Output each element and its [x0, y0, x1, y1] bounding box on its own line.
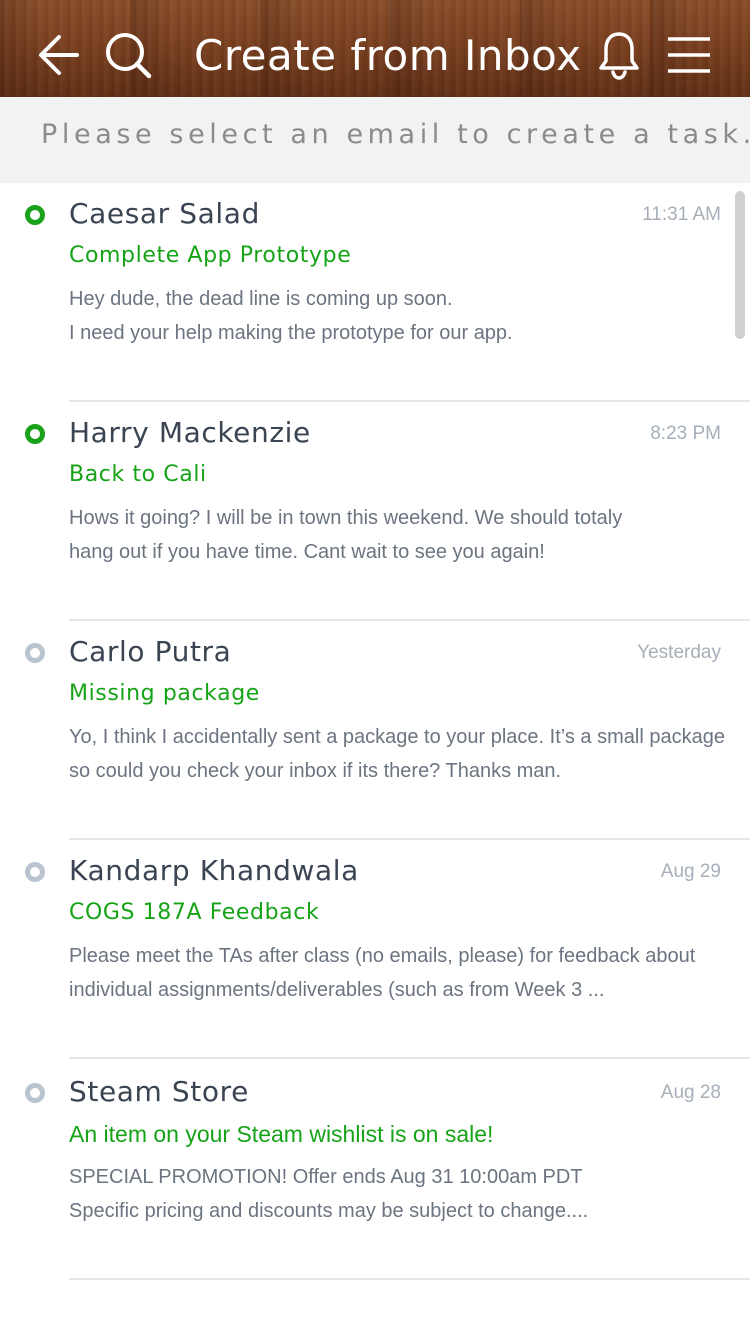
- read-indicator: [25, 643, 45, 663]
- email-subject: An item on your Steam wishlist is on sal…: [69, 1121, 494, 1147]
- instruction-bar: Please select an email to create a task.: [0, 97, 750, 183]
- email-preview-line: Yo, I think I accidentally sent a packag…: [69, 726, 725, 748]
- bell-icon: [599, 32, 639, 80]
- email-preview-line: Please meet the TAs after class (no emai…: [69, 945, 696, 967]
- email-subject: Complete App Prototype: [69, 243, 352, 268]
- email-sender: Carlo Putra: [69, 635, 232, 668]
- email-preview-line: Specific pricing and discounts may be su…: [69, 1200, 589, 1222]
- hamburger-menu-icon: [668, 37, 710, 73]
- email-preview-line: SPECIAL PROMOTION! Offer ends Aug 31 10:…: [69, 1166, 583, 1188]
- email-preview: Hey dude, the dead line is coming up soo…: [69, 282, 739, 350]
- email-subject: Missing package: [69, 681, 260, 706]
- email-time: Yesterday: [637, 642, 721, 663]
- instruction-text: Please select an email to create a task.: [41, 119, 750, 150]
- back-button[interactable]: [32, 28, 86, 82]
- divider: [69, 1057, 750, 1059]
- email-sender: Kandarp Khandwala: [69, 854, 359, 887]
- scrollbar[interactable]: [735, 191, 745, 339]
- email-list-item[interactable]: Kandarp Khandwala Aug 29 COGS 187A Feedb…: [0, 840, 750, 1059]
- email-subject: COGS 187A Feedback: [69, 900, 320, 925]
- email-subject: Back to Cali: [69, 462, 207, 487]
- email-preview-line: I need your help making the prototype fo…: [69, 322, 513, 344]
- email-list-item[interactable]: Harry Mackenzie 8:23 PM Back to Cali How…: [0, 402, 750, 621]
- email-list-item[interactable]: Caesar Salad 11:31 AM Complete App Proto…: [0, 183, 750, 402]
- email-sender: Harry Mackenzie: [69, 416, 311, 449]
- email-preview-line: so could you check your inbox if its the…: [69, 760, 562, 782]
- email-preview-line: Hows it going? I will be in town this we…: [69, 507, 623, 529]
- notifications-button[interactable]: [592, 28, 646, 82]
- email-preview-line: hang out if you have time. Cant wait to …: [69, 541, 545, 563]
- email-time: 8:23 PM: [650, 423, 721, 444]
- email-sender: Caesar Salad: [69, 197, 260, 230]
- email-preview: Please meet the TAs after class (no emai…: [69, 939, 739, 1007]
- unread-indicator: [25, 205, 45, 225]
- email-sender: Steam Store: [69, 1075, 249, 1108]
- back-arrow-icon: [39, 35, 79, 75]
- email-time: 11:31 AM: [642, 204, 721, 225]
- email-time: Aug 28: [660, 1082, 721, 1103]
- email-preview: SPECIAL PROMOTION! Offer ends Aug 31 10:…: [69, 1160, 739, 1228]
- search-icon: [106, 33, 152, 79]
- email-list-item[interactable]: Steam Store Aug 28 An item on your Steam…: [0, 1061, 750, 1280]
- read-indicator: [25, 862, 45, 882]
- unread-indicator: [25, 424, 45, 444]
- app-header: Create from Inbox: [0, 0, 750, 97]
- divider: [69, 1278, 750, 1280]
- email-time: Aug 29: [660, 861, 721, 882]
- email-preview: Yo, I think I accidentally sent a packag…: [69, 720, 739, 788]
- email-preview: Hows it going? I will be in town this we…: [69, 501, 739, 569]
- menu-button[interactable]: [662, 28, 716, 82]
- email-list-item[interactable]: Carlo Putra Yesterday Missing package Yo…: [0, 621, 750, 840]
- email-preview-line: Hey dude, the dead line is coming up soo…: [69, 288, 453, 310]
- email-preview-line: individual assignments/deliverables (suc…: [69, 979, 605, 1001]
- page-title: Create from Inbox: [194, 31, 582, 80]
- search-button[interactable]: [101, 28, 155, 82]
- read-indicator: [25, 1083, 45, 1103]
